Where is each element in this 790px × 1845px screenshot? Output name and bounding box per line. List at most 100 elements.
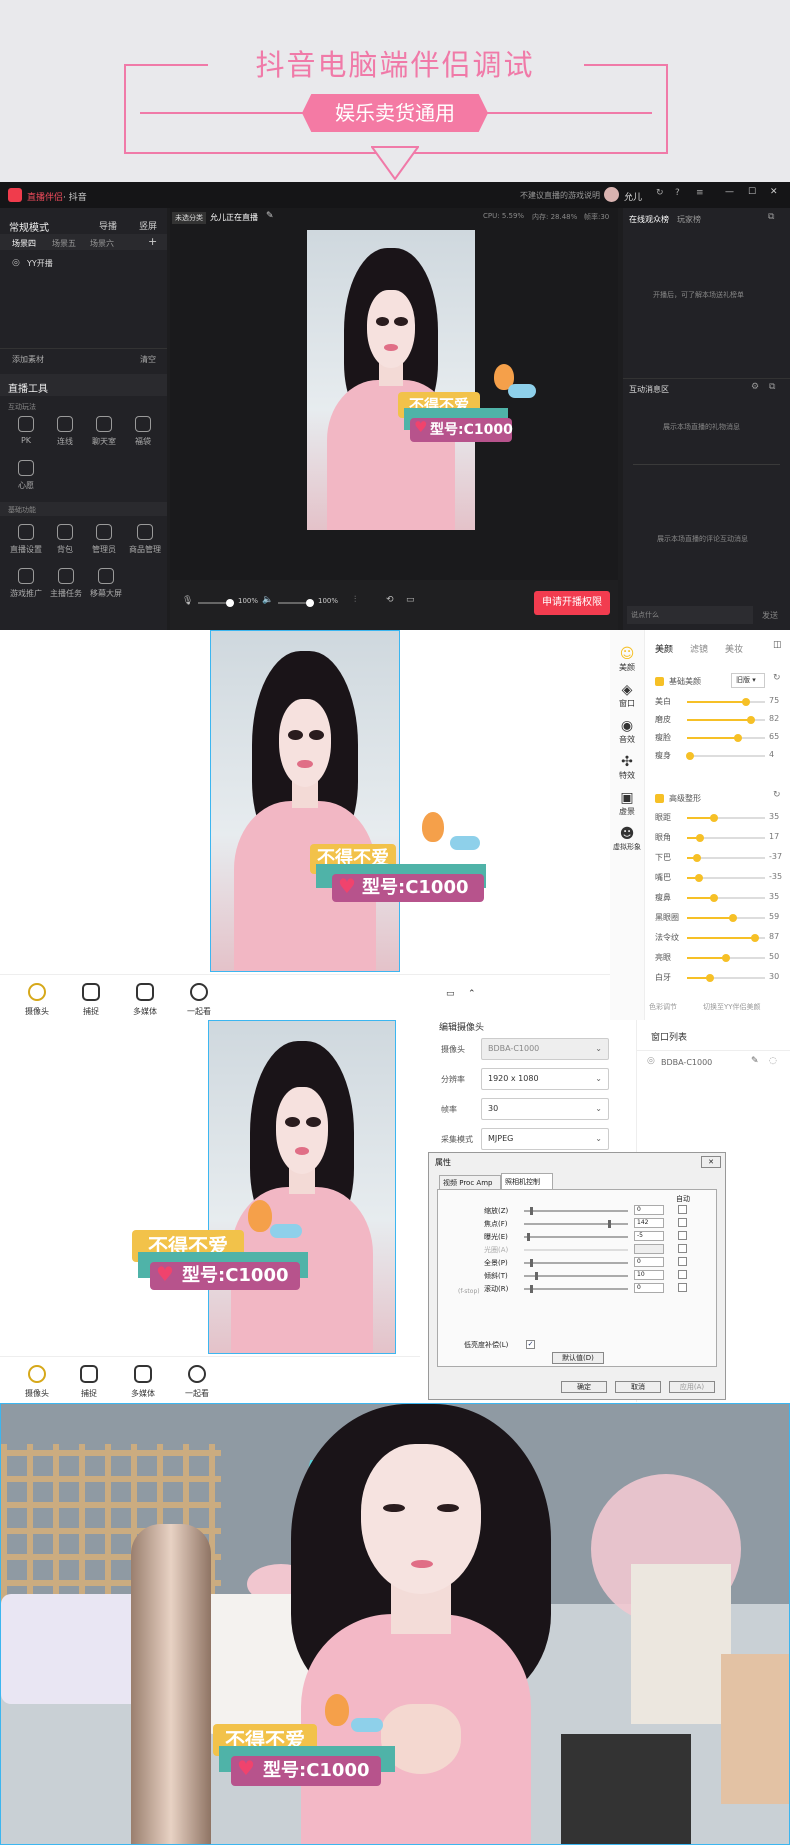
beauty-slider[interactable] [687,698,765,706]
reset-icon[interactable]: ↻ [773,673,781,683]
control-track[interactable] [524,1210,628,1212]
close-icon[interactable]: ✕ [770,187,778,197]
control-track[interactable] [524,1262,628,1264]
tab-beauty[interactable]: 美颜 [655,642,673,655]
camera-field-select[interactable]: 1920 x 1080 ⌄ [481,1068,609,1090]
edit-icon[interactable]: ✎ [266,211,274,221]
chevron-up-icon[interactable]: ⌃ [468,989,476,999]
comment-input[interactable]: 说点什么 [627,606,753,624]
switch-yy-link[interactable]: 切换至YY伴侣美颜 [703,1002,761,1012]
speaker-icon[interactable]: 🔈 [262,595,273,605]
camera-field-select[interactable]: 30 ⌄ [481,1098,609,1120]
media-button[interactable]: 多媒体 [118,1365,168,1399]
nav-audio[interactable]: ◉ 音效 [610,718,644,745]
control-track[interactable] [524,1223,628,1225]
beauty-slider[interactable] [687,914,765,922]
goods-tool[interactable]: 商品管理 [125,524,165,555]
sync-icon[interactable]: ⟲ [386,595,394,605]
control-track[interactable] [524,1236,628,1238]
cancel-button[interactable]: 取消 [615,1381,661,1393]
send-button[interactable]: 发送 [762,610,778,621]
watch-together-button[interactable]: 一起看 [172,1365,222,1399]
lucky-bag-tool[interactable]: 福袋 [125,416,161,447]
beauty-slider[interactable] [686,752,765,760]
control-track[interactable] [524,1275,628,1277]
control-value[interactable]: 142 [634,1218,664,1228]
slider-knob[interactable] [741,698,750,706]
mic-knob[interactable] [226,599,234,607]
camera-button[interactable]: 摄像头 [12,983,62,1017]
basic-beauty-checkbox[interactable] [655,677,664,686]
bigscreen-tool[interactable]: 移幕大屏 [86,568,126,599]
watch-together-button[interactable]: 一起看 [174,983,224,1017]
beauty-slider[interactable] [687,974,765,982]
control-value[interactable]: -5 [634,1231,664,1241]
category-badge[interactable]: 未选分类 [172,212,206,224]
add-material-button[interactable]: 添加素材 [12,354,44,365]
tab-proc-amp[interactable]: 视频 Proc Amp [439,1175,501,1189]
compare-icon[interactable]: ◫ [773,640,782,650]
default-button[interactable]: 默认值(D) [552,1352,604,1364]
guide-button[interactable]: 导播 [99,219,117,232]
control-thumb[interactable] [526,1233,530,1241]
user-name[interactable]: 允儿 [624,190,642,203]
control-track[interactable] [524,1249,628,1251]
popout-icon[interactable]: ⧉ [768,212,774,222]
mode-select[interactable]: 常规模式 [9,219,49,234]
camera-field-select[interactable]: MJPEG ⌄ [481,1128,609,1150]
window-item[interactable]: BDBA-C1000 [661,1058,712,1067]
auto-checkbox[interactable] [678,1244,687,1253]
advanced-checkbox[interactable] [655,794,664,803]
game-notice-link[interactable]: 不建议直播的游戏说明 [520,190,600,201]
lowlight-checkbox[interactable]: ✓ [526,1340,535,1349]
control-value[interactable]: 0 [634,1257,664,1267]
tab-filter[interactable]: 滤镜 [690,642,708,655]
menu-icon[interactable]: ≡ [696,188,704,198]
admin-tool[interactable]: 管理员 [86,524,122,555]
avatar[interactable] [604,187,619,202]
add-scene-icon[interactable]: + [148,235,157,248]
minimize-icon[interactable]: — [725,187,734,197]
nav-beauty[interactable]: ☺ 美颜 [610,646,644,673]
mic-icon[interactable]: 🎙 [182,596,193,606]
auto-checkbox[interactable] [678,1205,687,1214]
color-adjust-button[interactable]: 色彩调节 [649,1002,677,1012]
version-select[interactable]: 旧版 ▾ [731,673,765,688]
control-thumb[interactable] [529,1259,533,1267]
slider-knob[interactable] [710,894,719,902]
ok-button[interactable]: 确定 [561,1381,607,1393]
visibility-icon[interactable]: ◌ [769,1056,777,1066]
tab-online-viewers[interactable]: 在线观众榜 [629,214,669,225]
auto-checkbox[interactable] [678,1218,687,1227]
slider-knob[interactable] [710,814,719,822]
tab-scene-6[interactable]: 场景六 [90,238,114,249]
slider-knob[interactable] [693,854,702,862]
tab-makeup[interactable]: 美妆 [725,642,743,655]
nav-effects[interactable]: ✣ 特效 [610,754,644,781]
apply-button[interactable]: 应用(A) [669,1381,715,1393]
speaker-knob[interactable] [306,599,314,607]
popout-icon[interactable]: ⧉ [769,382,775,392]
camera-field-select[interactable]: BDBA-C1000 ⌄ [481,1038,609,1060]
beauty-slider[interactable] [687,954,765,962]
task-tool[interactable]: 主播任务 [46,568,86,599]
live-settings-tool[interactable]: 直播设置 [8,524,44,555]
beauty-slider[interactable] [687,874,765,882]
wish-tool[interactable]: 心愿 [8,460,44,491]
nav-window[interactable]: ◈ 窗口 [610,682,644,709]
media-button[interactable]: 多媒体 [120,983,170,1017]
help-icon[interactable]: ? [675,188,680,198]
tab-scene-5[interactable]: 场景五 [52,238,76,249]
beauty-slider[interactable] [687,734,765,742]
beauty-slider[interactable] [687,814,765,822]
beauty-slider[interactable] [687,894,765,902]
control-value[interactable]: 0 [634,1283,664,1293]
speaker-slider[interactable] [278,599,314,607]
auto-checkbox[interactable] [678,1257,687,1266]
orientation-button[interactable]: 竖屏 [139,219,157,232]
capture-button[interactable]: 捕捉 [64,1365,114,1399]
beauty-slider[interactable] [687,716,765,724]
game-promo-tool[interactable]: 游戏推广 [6,568,46,599]
source-item[interactable]: YY开播 [27,258,53,269]
camera-icon[interactable]: ▭ [406,595,415,605]
